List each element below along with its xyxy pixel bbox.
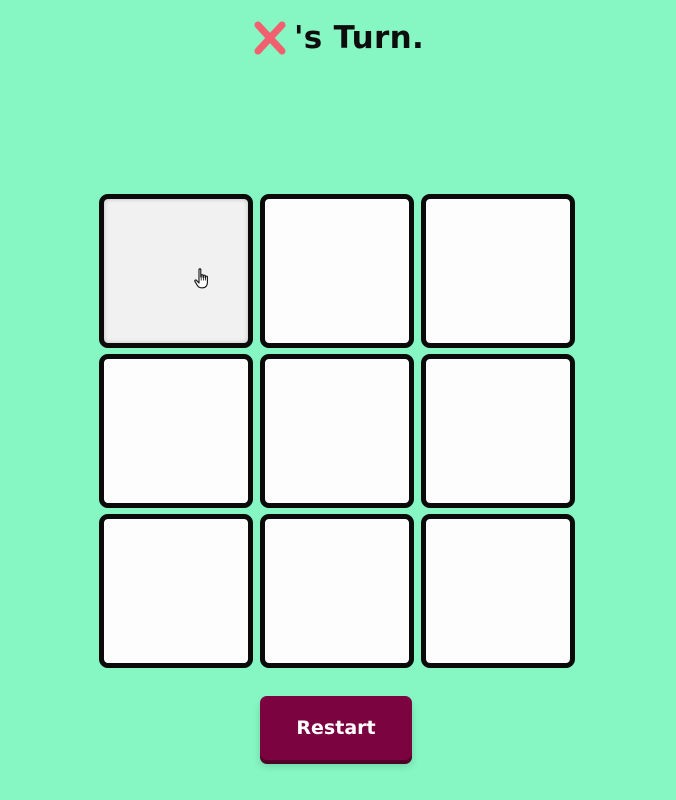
board-cell-9[interactable] — [421, 514, 575, 668]
board-cell-5[interactable] — [260, 354, 414, 508]
board-cell-2[interactable] — [260, 194, 414, 348]
board-cell-3[interactable] — [421, 194, 575, 348]
board-cell-1[interactable] — [99, 194, 253, 348]
turn-text: 's Turn. — [293, 20, 425, 56]
board-cell-6[interactable] — [421, 354, 575, 508]
restart-button[interactable]: Restart — [260, 696, 412, 760]
turn-indicator: 's Turn. — [0, 18, 676, 58]
x-mark-icon — [254, 21, 286, 55]
board-cell-4[interactable] — [99, 354, 253, 508]
game-board — [99, 194, 575, 668]
board-cell-8[interactable] — [260, 514, 414, 668]
board-cell-7[interactable] — [99, 514, 253, 668]
hand-pointer-icon — [194, 268, 208, 289]
